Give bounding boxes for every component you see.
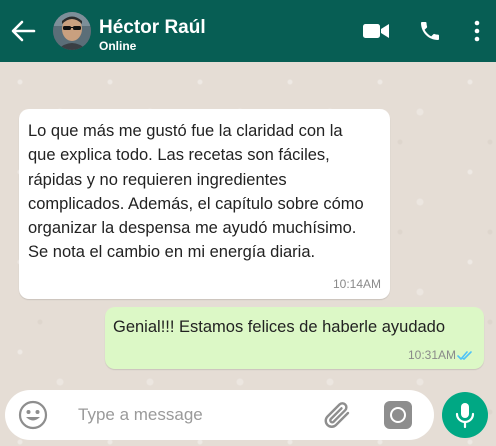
contact-status: Online: [99, 39, 137, 53]
arrow-left-icon[interactable]: [10, 18, 36, 44]
message-time: 10:31AM: [407, 348, 456, 362]
avatar[interactable]: [53, 12, 91, 50]
contact-name[interactable]: Héctor Raúl: [99, 17, 206, 39]
outgoing-message[interactable]: Genial!!! Estamos felices de haberle ayu…: [105, 307, 484, 369]
message-composer: [5, 390, 434, 440]
double-check-icon: [457, 351, 472, 360]
more-vertical-icon[interactable]: [470, 19, 484, 43]
chat-header: Héctor Raúl Online: [0, 0, 496, 62]
microphone-icon: [455, 403, 475, 429]
paperclip-icon[interactable]: [321, 399, 355, 431]
message-time: 10:14AM: [332, 277, 381, 291]
phone-icon[interactable]: [418, 19, 442, 43]
message-text: Genial!!! Estamos felices de haberle ayu…: [113, 318, 446, 336]
video-camera-icon[interactable]: [362, 19, 390, 43]
emoji-icon[interactable]: [18, 400, 48, 430]
message-text: Lo que más me gustó fue la claridad con …: [28, 122, 364, 262]
incoming-message[interactable]: Lo que más me gustó fue la claridad con …: [19, 109, 390, 299]
microphone-button[interactable]: [442, 392, 488, 438]
message-input[interactable]: [78, 403, 298, 427]
camera-icon[interactable]: [383, 400, 413, 430]
